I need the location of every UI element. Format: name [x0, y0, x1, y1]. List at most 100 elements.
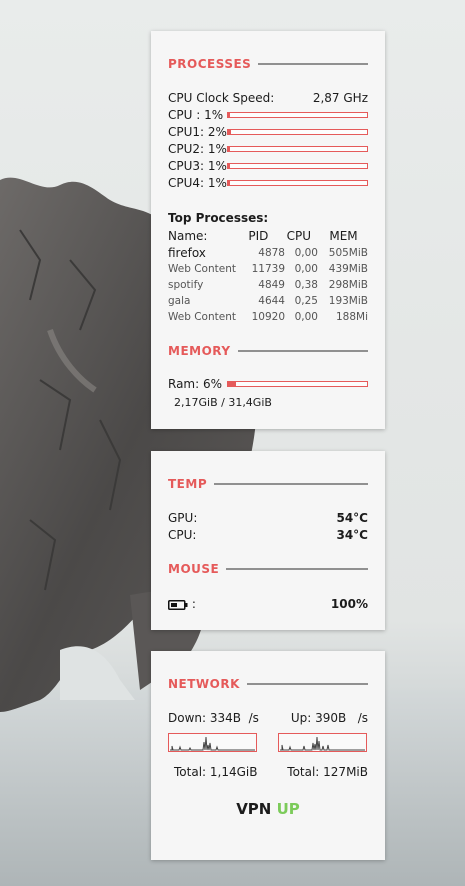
cpu1-usage-bar	[227, 129, 368, 135]
cpu2-label: CPU2: 1%	[168, 142, 227, 156]
processes-title: PROCESSES	[168, 57, 252, 71]
cpu2-usage-bar	[227, 146, 368, 152]
process-pid: 11739	[251, 263, 285, 275]
download-speed: Down: 334B /s	[168, 711, 259, 725]
vpn-label: VPN	[236, 800, 272, 818]
vpn-status: VPN UP	[151, 800, 385, 818]
header-mem: MEM	[329, 229, 358, 243]
download-total: Total: 1,14GiB	[174, 765, 258, 779]
gpu-temp-value: 54°C	[336, 511, 368, 525]
section-divider	[237, 350, 368, 352]
processes-section-header: PROCESSES	[168, 57, 368, 71]
sensors-panel: TEMP GPU: 54°C CPU: 34°C MOUSE : 100%	[151, 451, 385, 630]
cpu3-row: CPU3: 1%	[168, 158, 368, 174]
process-pid: 4644	[258, 295, 285, 307]
process-cpu: 0,00	[294, 311, 318, 323]
network-title: NETWORK	[168, 677, 240, 691]
process-row: firefox 4878 0,00 505MiB	[168, 244, 368, 261]
network-section-header: NETWORK	[168, 677, 368, 691]
ram-usage-bar	[227, 381, 368, 387]
cpu1-row: CPU1: 2%	[168, 124, 368, 140]
download-graph-plot	[170, 736, 255, 751]
cpu4-label: CPU4: 1%	[168, 176, 227, 190]
system-panel: PROCESSES CPU Clock Speed: 2,87 GHz CPU …	[151, 31, 385, 429]
cpu4-usage-bar	[227, 180, 368, 186]
cpu-label: CPU : 1%	[168, 108, 224, 122]
cpu-row: CPU : 1%	[168, 107, 368, 123]
cpu2-usage-fill	[228, 147, 231, 151]
upload-graph	[278, 733, 367, 752]
cpu3-label: CPU3: 1%	[168, 159, 227, 173]
section-divider	[246, 683, 368, 685]
memory-section-header: MEMORY	[168, 344, 368, 358]
process-mem: 188Mi	[335, 311, 368, 323]
process-mem: 505MiB	[328, 246, 368, 259]
network-panel: NETWORK Down: 334B /s Up: 390B /s Total:…	[151, 651, 385, 860]
ram-label: Ram: 6%	[168, 377, 223, 391]
process-row: spotify 4849 0,38 298MiB	[168, 277, 368, 293]
temp-section-header: TEMP	[168, 477, 368, 491]
cpu4-row: CPU4: 1%	[168, 175, 368, 191]
process-pid: 4849	[258, 279, 285, 291]
cpu-temp-row: CPU: 34°C	[168, 527, 368, 543]
top-processes-heading: Top Processes:	[168, 210, 368, 226]
memory-title: MEMORY	[168, 344, 231, 358]
mouse-section-header: MOUSE	[168, 562, 368, 576]
cpu4-usage-fill	[228, 181, 231, 185]
header-name: Name:	[168, 229, 208, 243]
cpu-clock-value: 2,87 GHz	[312, 91, 368, 105]
process-name: Web Content	[168, 311, 236, 323]
header-cpu: CPU	[286, 229, 312, 243]
process-mem: 298MiB	[328, 279, 368, 291]
process-cpu: 0,38	[294, 279, 318, 291]
cpu-usage-fill	[228, 113, 231, 117]
section-divider	[214, 483, 368, 485]
mouse-battery-row: : 100%	[168, 596, 368, 612]
ram-detail: 2,17GiB / 31,4GiB	[174, 395, 272, 409]
process-pid: 4878	[258, 246, 285, 259]
upload-graph-plot	[280, 736, 365, 751]
process-name: gala	[168, 295, 191, 307]
cpu1-usage-fill	[228, 130, 231, 134]
cpu-clock-label: CPU Clock Speed:	[168, 91, 275, 105]
download-graph	[168, 733, 257, 752]
vpn-status-value: UP	[276, 800, 300, 818]
process-pid: 10920	[251, 311, 285, 323]
upload-speed: Up: 390B /s	[290, 711, 368, 725]
process-table-header: Name: PID CPU MEM	[168, 228, 368, 244]
process-row: Web Content 10920 0,00 188Mi	[168, 309, 368, 325]
cpu-temp-label: CPU:	[168, 528, 197, 542]
cpu-temp-value: 34°C	[336, 528, 368, 542]
process-table: Name: PID CPU MEM firefox 4878 0,00 505M…	[168, 228, 368, 325]
process-name: Web Content	[168, 263, 236, 275]
mouse-battery-label: :	[168, 597, 196, 611]
process-name: firefox	[168, 245, 206, 260]
cpu-clock-row: CPU Clock Speed: 2,87 GHz	[168, 90, 368, 106]
process-cpu: 0,25	[294, 295, 318, 307]
network-total-row: Total: 1,14GiB Total: 127MiB	[174, 764, 368, 780]
cpu3-usage-bar	[227, 163, 368, 169]
battery-colon: :	[191, 597, 196, 611]
cpu2-row: CPU2: 1%	[168, 141, 368, 157]
battery-icon	[168, 599, 188, 610]
ram-usage-fill	[228, 382, 237, 386]
network-speed-row: Down: 334B /s Up: 390B /s	[168, 710, 368, 726]
process-mem: 439MiB	[328, 263, 368, 275]
process-row: gala 4644 0,25 193MiB	[168, 293, 368, 309]
upload-total: Total: 127MiB	[287, 765, 368, 779]
cpu3-usage-fill	[228, 164, 231, 168]
cpu-usage-bar	[227, 112, 368, 118]
cpu1-label: CPU1: 2%	[168, 125, 227, 139]
process-cpu: 0,00	[294, 246, 318, 259]
section-divider	[258, 63, 368, 65]
header-pid: PID	[248, 229, 269, 243]
process-name: spotify	[168, 279, 204, 291]
gpu-temp-label: GPU:	[168, 511, 198, 525]
temp-title: TEMP	[168, 477, 208, 491]
top-processes-title: Top Processes:	[168, 211, 269, 225]
ram-row: Ram: 6%	[168, 376, 368, 392]
section-divider	[226, 568, 368, 570]
ram-detail-row: 2,17GiB / 31,4GiB	[174, 394, 374, 410]
mouse-battery-value: 100%	[330, 597, 368, 611]
process-cpu: 0,00	[294, 263, 318, 275]
